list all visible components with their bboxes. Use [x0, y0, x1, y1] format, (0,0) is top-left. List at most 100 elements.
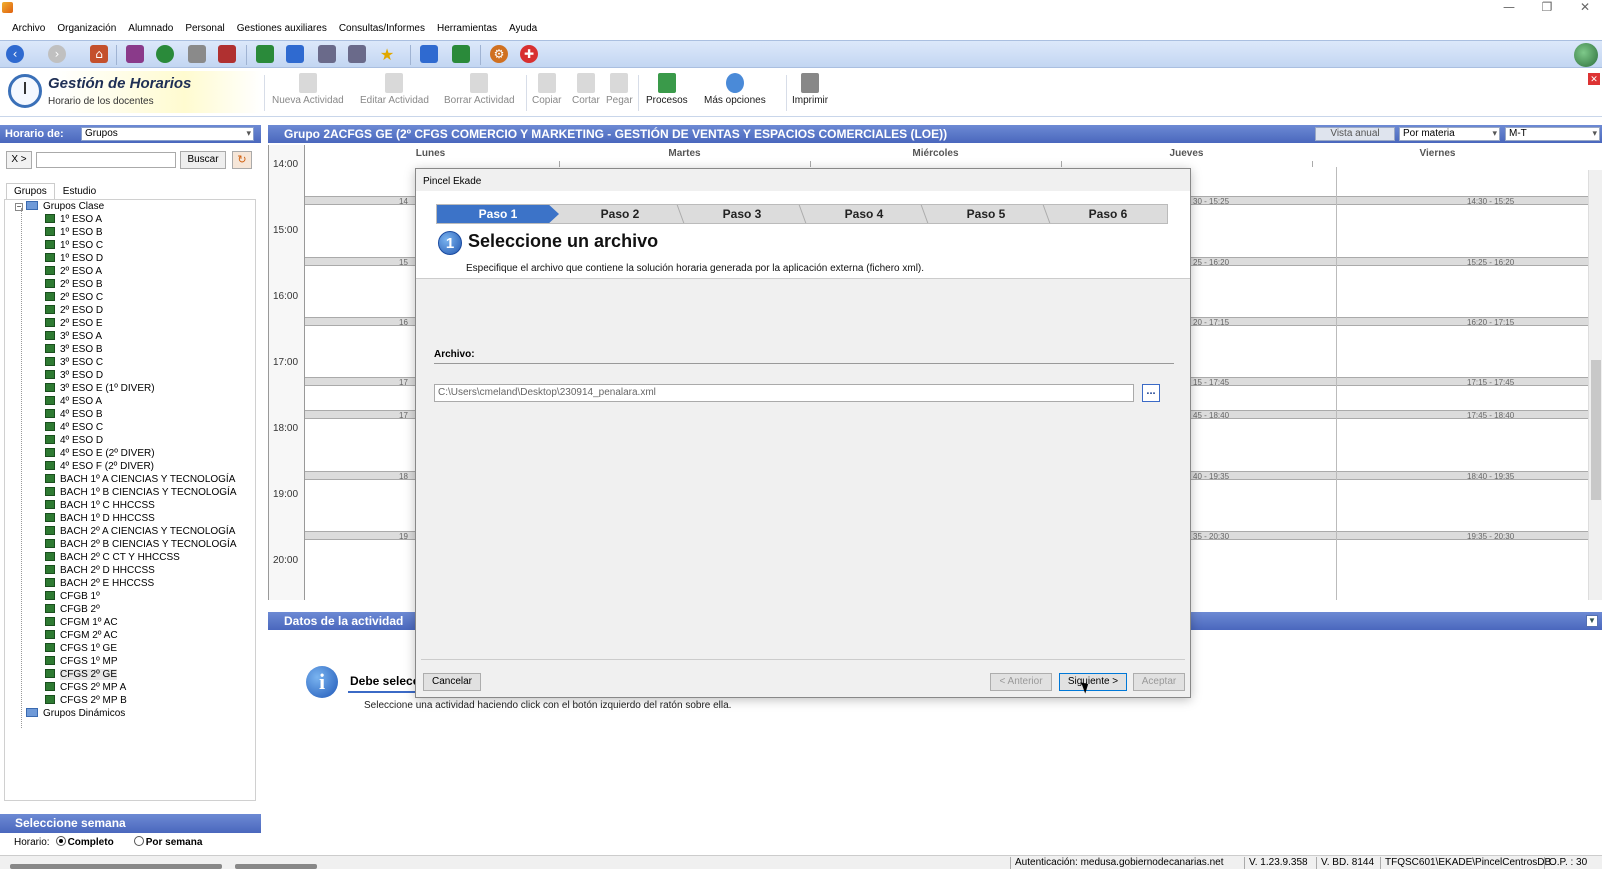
tree-item-group[interactable]: BACH 2º D HHCCSS [45, 564, 155, 577]
sync-icon[interactable] [286, 45, 304, 63]
borrar-actividad-button[interactable]: Borrar Actividad [444, 73, 515, 106]
tree-icon[interactable] [452, 45, 470, 63]
tree-item-group[interactable]: 3º ESO A [45, 330, 102, 343]
minimize-button[interactable]: — [1494, 0, 1524, 14]
tree-item-group[interactable]: 1º ESO D [45, 252, 103, 265]
browse-button[interactable]: ... [1142, 384, 1160, 402]
scrollbar-thumb[interactable] [1591, 360, 1601, 500]
imprimir-button[interactable]: Imprimir [792, 73, 828, 106]
report-icon[interactable] [318, 45, 336, 63]
cancelar-button[interactable]: Cancelar [423, 673, 481, 691]
restore-button[interactable]: ❐ [1532, 0, 1562, 14]
transfer-icon[interactable] [420, 45, 438, 63]
menu-organizacion[interactable]: Organización [51, 23, 122, 34]
tree-item-group[interactable]: 4º ESO F (2º DIVER) [45, 460, 154, 473]
tree-item-group[interactable]: 2º ESO A [45, 265, 102, 278]
tree-item-group[interactable]: CFGB 1º [45, 590, 100, 603]
tree-item-group[interactable]: CFGS 2º MP B [45, 694, 127, 707]
horario-de-select[interactable]: Grupos [81, 127, 254, 141]
collapse-icon[interactable]: − [15, 203, 23, 211]
menu-personal[interactable]: Personal [179, 23, 230, 34]
tree-item-group[interactable]: 3º ESO E (1º DIVER) [45, 382, 155, 395]
tree-item-group[interactable]: CFGB 2º [45, 603, 100, 616]
turno-select[interactable]: M-T [1505, 127, 1600, 141]
siguiente-button[interactable]: Siguiente > [1059, 673, 1127, 691]
tree-item-group[interactable]: CFGS 1º GE [45, 642, 117, 655]
back-icon[interactable]: ‹ [6, 45, 24, 63]
collapse-panel-icon[interactable]: ▼ [1586, 615, 1598, 627]
schedule-scrollbar[interactable] [1588, 170, 1602, 600]
document-icon[interactable] [188, 45, 206, 63]
tree-item-group[interactable]: BACH 2º A CIENCIAS Y TECNOLOGÍA [45, 525, 235, 538]
tree-item-group[interactable]: CFGS 2º MP A [45, 681, 126, 694]
menu-herramientas[interactable]: Herramientas [431, 23, 503, 34]
radio-completo[interactable]: Completo [55, 836, 114, 848]
tree-item-group[interactable]: 2º ESO E [45, 317, 103, 330]
tree-item-group[interactable]: 4º ESO B [45, 408, 103, 421]
menu-alumnado[interactable]: Alumnado [122, 23, 179, 34]
tree-item-group[interactable]: 4º ESO C [45, 421, 103, 434]
book-icon[interactable] [126, 45, 144, 63]
tree-item-group[interactable]: BACH 1º B CIENCIAS Y TECNOLOGÍA [45, 486, 236, 499]
radio-por-semana[interactable]: Por semana [133, 836, 202, 848]
home-icon[interactable]: ⌂ [90, 45, 108, 63]
tree-item-group[interactable]: BACH 1º A CIENCIAS Y TECNOLOGÍA [45, 473, 235, 486]
tree-item-group[interactable]: 1º ESO A [45, 213, 102, 226]
step-5: Paso 5 [966, 207, 1006, 221]
aceptar-button[interactable]: Aceptar [1133, 673, 1185, 691]
copiar-button[interactable]: Copiar [532, 73, 561, 106]
tree-item-group[interactable]: 2º ESO D [45, 304, 103, 317]
tab-estudio[interactable]: Estudio [55, 183, 104, 199]
tree-item-group[interactable]: BACH 1º C HHCCSS [45, 499, 155, 512]
tree-item-group[interactable]: CFGS 2º GE [45, 668, 117, 681]
download-icon[interactable] [256, 45, 274, 63]
clear-search-button[interactable]: X > [6, 151, 32, 169]
tree-item-group[interactable]: 1º ESO B [45, 226, 103, 239]
procesos-button[interactable]: Procesos [646, 73, 688, 106]
por-materia-select[interactable]: Por materia [1399, 127, 1500, 141]
forward-icon[interactable]: › [48, 45, 66, 63]
settings-icon[interactable]: ⚙ [490, 45, 508, 63]
checklist-icon[interactable] [348, 45, 366, 63]
tree-item-group[interactable]: BACH 2º C CT Y HHCCSS [45, 551, 180, 564]
menu-gestiones-auxiliares[interactable]: Gestiones auxiliares [231, 23, 333, 34]
tab-grupos[interactable]: Grupos [6, 183, 55, 199]
tree-item-group[interactable]: CFGM 2º AC [45, 629, 118, 642]
tree-item-group[interactable]: BACH 2º B CIENCIAS Y TECNOLOGÍA [45, 538, 236, 551]
tree-item-group[interactable]: 4º ESO E (2º DIVER) [45, 447, 155, 460]
anterior-button[interactable]: < Anterior [990, 673, 1052, 691]
editar-actividad-button[interactable]: Editar Actividad [360, 73, 429, 106]
help-lifebuoy-icon[interactable]: ✚ [520, 45, 538, 63]
menu-consultas-informes[interactable]: Consultas/Informes [333, 23, 431, 34]
star-icon[interactable]: ★ [378, 45, 396, 64]
tree-item-group[interactable]: 3º ESO D [45, 369, 103, 382]
calendar-icon[interactable] [218, 45, 236, 63]
tree-item-group[interactable]: CFGS 1º MP [45, 655, 118, 668]
close-window-button[interactable]: ✕ [1570, 0, 1600, 14]
close-module-icon[interactable]: ✕ [1588, 73, 1600, 85]
tree-item-group[interactable]: 4º ESO D [45, 434, 103, 447]
mas-opciones-button[interactable]: Más opciones [704, 73, 766, 106]
tree-item-group[interactable]: 2º ESO C [45, 291, 103, 304]
tree-item-group[interactable]: 3º ESO B [45, 343, 103, 356]
tree-item-group[interactable]: BACH 1º D HHCCSS [45, 512, 155, 525]
menu-ayuda[interactable]: Ayuda [503, 23, 543, 34]
file-path-input[interactable]: C:\Users\cmeland\Desktop\230914_penalara… [434, 384, 1134, 402]
tree-item-group[interactable]: 3º ESO C [45, 356, 103, 369]
cortar-button[interactable]: Cortar [572, 73, 600, 106]
tree-item-group[interactable]: 2º ESO B [45, 278, 103, 291]
tree-item-group[interactable]: 1º ESO C [45, 239, 103, 252]
menu-archivo[interactable]: Archivo [6, 23, 51, 34]
tree-item-group[interactable]: CFGM 1º AC [45, 616, 118, 629]
tree-root-grupos-clase[interactable]: − Grupos Clase [15, 200, 104, 213]
search-input[interactable] [36, 152, 176, 168]
pegar-button[interactable]: Pegar [606, 73, 633, 106]
buscar-button[interactable]: Buscar [180, 151, 226, 169]
tree-root-grupos-dinamicos[interactable]: Grupos Dinámicos [15, 707, 125, 720]
tree-item-group[interactable]: 4º ESO A [45, 395, 102, 408]
refresh-icon[interactable] [156, 45, 174, 63]
tree-item-group[interactable]: BACH 2º E HHCCSS [45, 577, 154, 590]
refresh-orange-icon[interactable]: ↻ [232, 151, 252, 169]
nueva-actividad-button[interactable]: Nueva Actividad [272, 73, 344, 106]
vista-anual-button[interactable]: Vista anual [1315, 127, 1395, 141]
